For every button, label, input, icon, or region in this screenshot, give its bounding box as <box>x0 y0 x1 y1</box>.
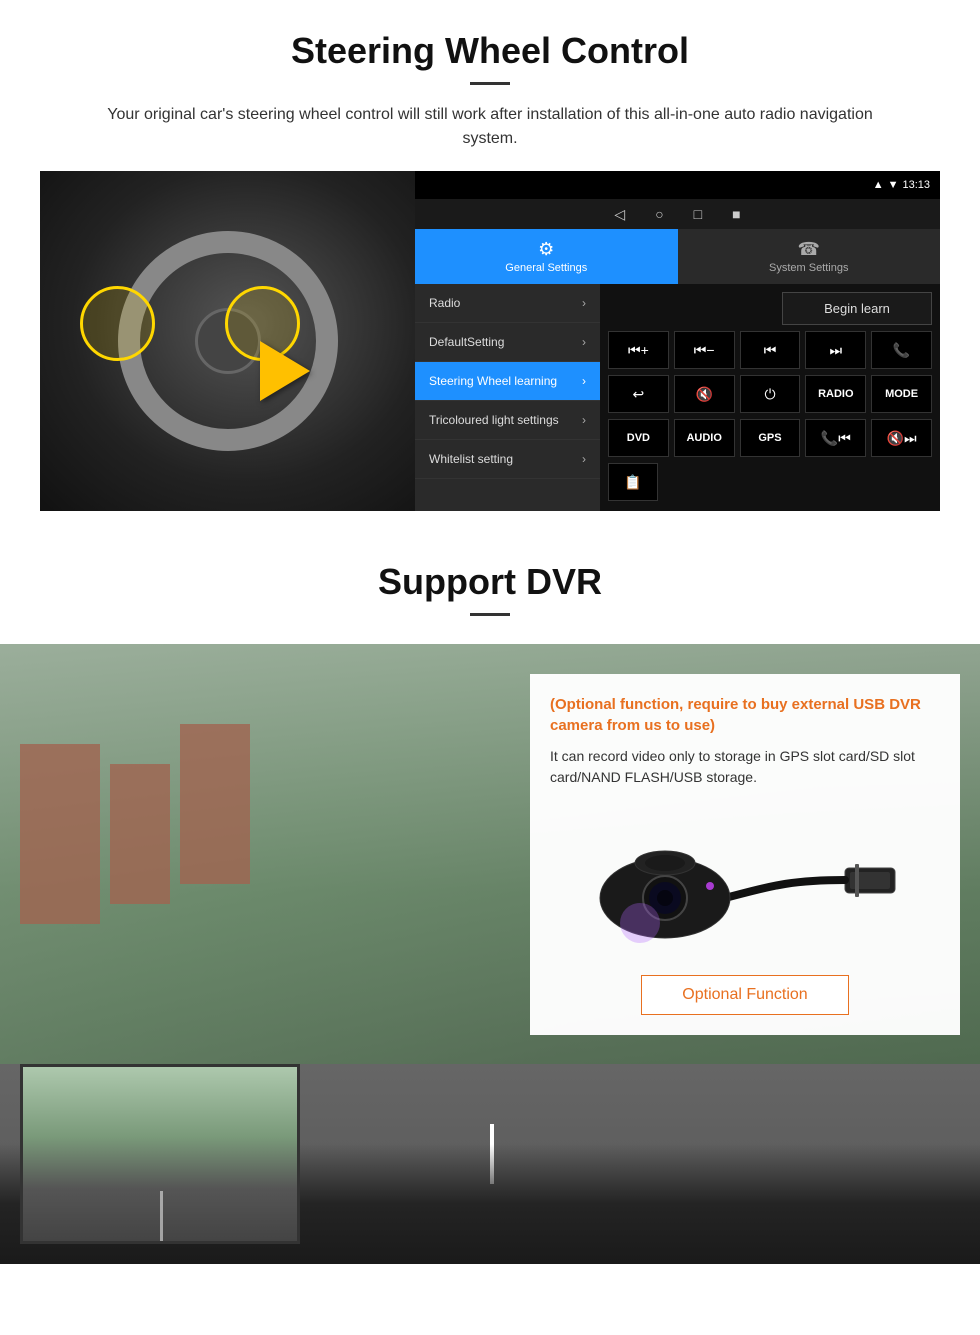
inset-road-scene <box>23 1067 297 1241</box>
dvr-title-area: Support DVR <box>0 541 980 644</box>
ctrl-mute[interactable]: 🔇 <box>674 375 735 413</box>
back-icon[interactable]: ◁ <box>614 206 625 223</box>
chevron-icon: › <box>582 296 586 310</box>
dvr-info-panel: (Optional function, require to buy exter… <box>530 674 960 1035</box>
optional-function-button[interactable]: Optional Function <box>641 975 848 1015</box>
home-icon[interactable]: ○ <box>655 206 663 222</box>
recents-icon[interactable]: □ <box>694 206 702 222</box>
tab-general-label: General Settings <box>505 262 587 274</box>
menu-item-tricoloured[interactable]: Tricoloured light settings › <box>415 401 600 440</box>
support-dvr-section: Support DVR (Optional function, require … <box>0 541 980 1264</box>
android-ui-panel: ▲ ▼ 13:13 ◁ ○ □ ■ ⚙ General Settings ☎ S… <box>415 171 940 511</box>
settings-menu: Radio › DefaultSetting › Steering Wheel … <box>415 284 600 511</box>
menu-item-radio[interactable]: Radio › <box>415 284 600 323</box>
dvr-title-divider <box>470 613 510 616</box>
page-title: Steering Wheel Control <box>40 30 940 72</box>
steering-content-area: ▲ ▼ 13:13 ◁ ○ □ ■ ⚙ General Settings ☎ S… <box>40 171 940 511</box>
ctrl-phone[interactable]: 📞 <box>871 331 932 369</box>
ctrl-audio[interactable]: AUDIO <box>674 419 735 457</box>
ctrl-prev-track[interactable]: ⏮ <box>740 331 801 369</box>
begin-learn-button[interactable]: Begin learn <box>782 292 932 325</box>
android-navbar: ◁ ○ □ ■ <box>415 199 940 229</box>
ctrl-radio[interactable]: RADIO <box>805 375 866 413</box>
steering-wheel-section: Steering Wheel Control Your original car… <box>0 0 980 531</box>
system-icon: ☎ <box>798 239 820 260</box>
ctrl-row-2: ↩ 🔇 ⏻ RADIO MODE <box>608 375 932 413</box>
settings-tabs: ⚙ General Settings ☎ System Settings <box>415 229 940 284</box>
building-1 <box>20 744 100 924</box>
ctrl-vol-down[interactable]: ⏮− <box>674 331 735 369</box>
wifi-icon: ▼ <box>888 179 899 191</box>
controls-panel: Begin learn ⏮+ ⏮− ⏮ ⏭ 📞 ↩ 🔇 ⏻ <box>600 284 940 511</box>
settings-body: Radio › DefaultSetting › Steering Wheel … <box>415 284 940 511</box>
signal-icon: ▲ <box>873 179 884 191</box>
ctrl-mode[interactable]: MODE <box>871 375 932 413</box>
dvr-background-photo: (Optional function, require to buy exter… <box>0 644 980 1264</box>
menu-item-steering-learning[interactable]: Steering Wheel learning › <box>415 362 600 401</box>
arrow-indicator <box>260 341 310 401</box>
menu-item-tricoloured-label: Tricoloured light settings <box>429 413 559 427</box>
dvr-title: Support DVR <box>0 561 980 603</box>
ctrl-dvd[interactable]: DVD <box>608 419 669 457</box>
dvr-camera-svg <box>585 808 905 958</box>
ctrl-hangup[interactable]: ↩ <box>608 375 669 413</box>
chevron-icon: › <box>582 335 586 349</box>
ctrl-next-track[interactable]: ⏭ <box>805 331 866 369</box>
building-3 <box>180 724 250 884</box>
ctrl-vol-up[interactable]: ⏮+ <box>608 331 669 369</box>
ctrl-row-4: 📋 <box>608 463 932 501</box>
chevron-icon: › <box>582 452 586 466</box>
menu-item-radio-label: Radio <box>429 296 460 310</box>
steering-photo <box>40 171 415 511</box>
status-time: 13:13 <box>902 179 930 191</box>
android-statusbar: ▲ ▼ 13:13 <box>415 171 940 199</box>
section-subtitle: Your original car's steering wheel contr… <box>80 103 900 151</box>
menu-item-whitelist-label: Whitelist setting <box>429 452 513 466</box>
dvr-body-text: It can record video only to storage in G… <box>550 746 940 788</box>
begin-learn-row: Begin learn <box>608 292 932 325</box>
chevron-icon: › <box>582 413 586 427</box>
tab-general-settings[interactable]: ⚙ General Settings <box>415 229 678 284</box>
ctrl-mute-next[interactable]: 🔇⏭ <box>871 419 932 457</box>
tab-system-label: System Settings <box>769 262 848 274</box>
menu-item-steering-label: Steering Wheel learning <box>429 374 557 388</box>
tab-system-settings[interactable]: ☎ System Settings <box>678 229 941 284</box>
dvr-camera-image <box>550 803 940 963</box>
menu-item-defaultsetting[interactable]: DefaultSetting › <box>415 323 600 362</box>
title-divider <box>470 82 510 85</box>
menu-item-whitelist[interactable]: Whitelist setting › <box>415 440 600 479</box>
ctrl-gps[interactable]: GPS <box>740 419 801 457</box>
ctrl-camera[interactable]: 📋 <box>608 463 658 501</box>
gear-icon: ⚙ <box>538 239 554 260</box>
menu-icon[interactable]: ■ <box>732 206 740 222</box>
ctrl-row-1: ⏮+ ⏮− ⏮ ⏭ 📞 <box>608 331 932 369</box>
steering-wheel-bg <box>40 171 415 511</box>
ctrl-power[interactable]: ⏻ <box>740 375 801 413</box>
building-2 <box>110 764 170 904</box>
ctrl-row-3: DVD AUDIO GPS 📞⏮ 🔇⏭ <box>608 419 932 457</box>
chevron-icon: › <box>582 374 586 388</box>
highlight-circle-left <box>80 286 155 361</box>
menu-item-default-label: DefaultSetting <box>429 335 504 349</box>
dvr-optional-notice: (Optional function, require to buy exter… <box>550 694 940 736</box>
inset-camera-view <box>20 1064 300 1244</box>
ctrl-phone-prev[interactable]: 📞⏮ <box>805 419 866 457</box>
